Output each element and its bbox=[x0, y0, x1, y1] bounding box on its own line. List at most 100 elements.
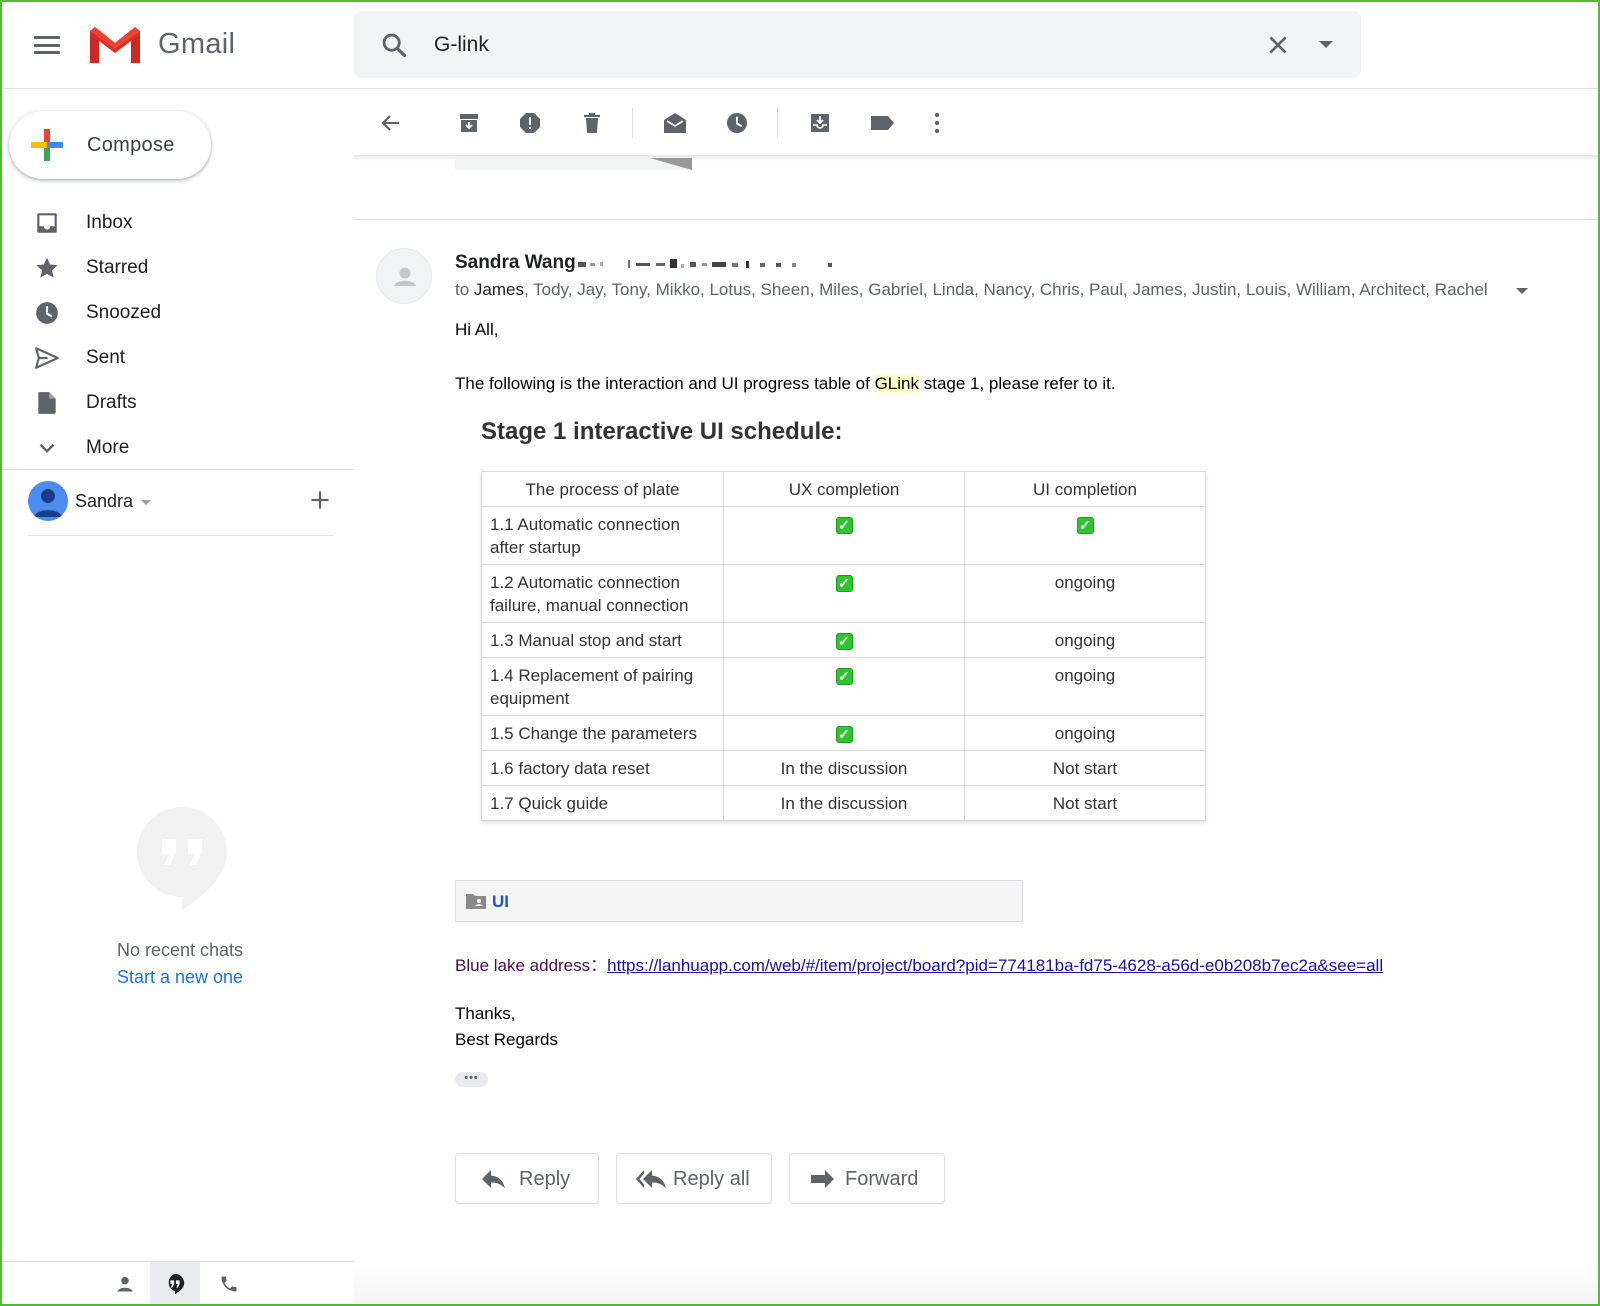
archive-icon bbox=[460, 114, 478, 132]
ux-cell: ✓ bbox=[723, 715, 965, 751]
greeting: Hi All, bbox=[455, 320, 499, 339]
account-divider bbox=[28, 535, 333, 536]
check-mark-icon: ✓ bbox=[835, 726, 853, 743]
column-header: UX completion bbox=[723, 471, 965, 507]
sidebar-item-inbox[interactable]: Inbox bbox=[0, 201, 350, 245]
recipient-list: , Tody, Jay, Tony, Mikko, Lotus, Sheen, … bbox=[523, 280, 1488, 299]
sidebar-item-drafts[interactable]: Drafts bbox=[0, 381, 350, 425]
close-icon[interactable] bbox=[1265, 32, 1291, 58]
table-row: 1.6 factory data reset In the discussion… bbox=[481, 750, 1206, 786]
sidebar-item-sent[interactable]: Sent bbox=[0, 336, 350, 380]
start-new-chat-link[interactable]: Start a new one bbox=[0, 967, 360, 988]
check-mark-icon: ✓ bbox=[835, 517, 853, 534]
recipients-line[interactable]: to James, Tody, Jay, Tony, Mikko, Lotus,… bbox=[455, 280, 1488, 300]
ux-cell: In the discussion bbox=[723, 750, 965, 786]
sidebar-item-more[interactable]: More bbox=[0, 426, 350, 470]
sidebar-item-starred[interactable]: Starred bbox=[0, 246, 350, 290]
sender-avatar[interactable] bbox=[376, 248, 432, 304]
process-cell: 1.2 Automatic connection failure, manual… bbox=[481, 564, 724, 623]
hangouts-icon bbox=[168, 1273, 185, 1295]
label-icon bbox=[871, 116, 894, 130]
move-to-inbox-button[interactable] bbox=[805, 108, 835, 138]
table-row: 1.2 Automatic connection failure, manual… bbox=[481, 564, 1206, 623]
more-options-button[interactable] bbox=[922, 108, 952, 138]
table-header-row: The process of plate UX completion UI co… bbox=[481, 471, 1206, 507]
inbox-icon bbox=[37, 213, 57, 233]
sidebar-item-label: Sent bbox=[86, 347, 126, 368]
person-icon bbox=[117, 1276, 133, 1292]
sidebar-item-label: Inbox bbox=[86, 212, 133, 233]
process-cell: 1.5 Change the parameters bbox=[481, 715, 724, 751]
avatar[interactable] bbox=[28, 481, 68, 521]
ux-cell: ✓ bbox=[723, 657, 965, 716]
delete-button[interactable] bbox=[577, 108, 607, 138]
contacts-tab[interactable] bbox=[100, 1262, 150, 1306]
reply-label: Reply bbox=[519, 1168, 571, 1190]
hangouts-account[interactable]: Sandra bbox=[28, 481, 333, 521]
star-icon bbox=[36, 257, 58, 278]
compose-button[interactable]: Compose bbox=[9, 111, 211, 179]
reply-icon bbox=[482, 1170, 505, 1189]
gmail-logo[interactable] bbox=[88, 25, 142, 65]
hangouts-quote-icon bbox=[137, 807, 227, 911]
table-row: 1.5 Change the parameters ✓ ongoing bbox=[481, 715, 1206, 751]
reply-all-icon bbox=[636, 1170, 666, 1189]
sidebar-item-label: More bbox=[86, 437, 130, 458]
sender-name[interactable]: Sandra Wang bbox=[455, 252, 576, 274]
hangouts-tab[interactable] bbox=[150, 1262, 200, 1306]
draft-icon bbox=[38, 392, 56, 414]
table-row: 1.3 Manual stop and start ✓ ongoing bbox=[481, 622, 1206, 658]
forward-icon bbox=[811, 1170, 834, 1188]
search-bar[interactable] bbox=[354, 11, 1361, 78]
process-cell: 1.1 Automatic connection after startup bbox=[481, 506, 724, 565]
check-mark-icon: ✓ bbox=[835, 575, 853, 592]
plus-icon bbox=[31, 129, 63, 161]
mark-unread-button[interactable] bbox=[660, 108, 690, 138]
show-trimmed-content-button[interactable]: ••• bbox=[455, 1072, 488, 1087]
caret-down-icon[interactable] bbox=[1319, 41, 1333, 48]
back-arrow-icon bbox=[381, 115, 399, 131]
ux-cell: ✓ bbox=[723, 564, 965, 623]
add-chat-icon[interactable] bbox=[307, 487, 333, 513]
search-input[interactable] bbox=[434, 33, 1134, 57]
ui-cell: Not start bbox=[964, 750, 1206, 786]
archive-button[interactable] bbox=[454, 108, 484, 138]
reply-button[interactable]: Reply bbox=[455, 1153, 599, 1204]
to-prefix: to bbox=[455, 280, 474, 299]
blue-lake-line: Blue lake address：https://lanhuapp.com/w… bbox=[455, 951, 1383, 976]
snooze-button[interactable] bbox=[722, 108, 752, 138]
phone-icon bbox=[221, 1276, 237, 1292]
search-highlight: GLink bbox=[874, 374, 919, 393]
header-divider bbox=[0, 88, 1600, 89]
label-button[interactable] bbox=[867, 108, 897, 138]
search-icon[interactable] bbox=[380, 31, 408, 59]
process-cell: 1.4 Replacement of pairing equipment bbox=[481, 657, 724, 716]
shared-folder-icon bbox=[466, 894, 486, 909]
clock-icon bbox=[36, 302, 58, 324]
column-header: The process of plate bbox=[481, 471, 724, 507]
check-mark-icon: ✓ bbox=[835, 668, 853, 685]
attachment-label: UI bbox=[492, 892, 509, 911]
sidebar-item-snoozed[interactable]: Snoozed bbox=[0, 291, 350, 335]
reply-all-label: Reply all bbox=[673, 1168, 750, 1190]
snooze-icon bbox=[727, 113, 747, 133]
back-button[interactable] bbox=[376, 108, 406, 138]
main-menu-icon[interactable] bbox=[34, 36, 60, 54]
blue-lake-link[interactable]: https://lanhuapp.com/web/#/item/project/… bbox=[607, 956, 1383, 975]
closing-thanks: Thanks, bbox=[455, 1004, 516, 1023]
caret-down-icon[interactable] bbox=[141, 500, 151, 505]
ui-cell: ongoing bbox=[964, 622, 1206, 658]
show-details-icon[interactable] bbox=[1516, 288, 1528, 294]
forward-button[interactable]: Forward bbox=[789, 1153, 945, 1204]
table-row: 1.1 Automatic connection after startup ✓… bbox=[481, 506, 1206, 565]
closing-regards: Best Regards bbox=[455, 1030, 558, 1049]
toolbar-divider bbox=[632, 108, 633, 138]
reply-all-button[interactable]: Reply all bbox=[616, 1153, 772, 1204]
delete-icon bbox=[584, 113, 600, 133]
recipient-first: James bbox=[473, 280, 524, 299]
ux-cell: ✓ bbox=[723, 506, 965, 565]
intro-text-end: stage 1, please refer to it. bbox=[919, 374, 1116, 393]
drive-attachment[interactable]: UI bbox=[455, 880, 1023, 922]
report-spam-button[interactable] bbox=[515, 108, 545, 138]
phone-tab[interactable] bbox=[204, 1262, 254, 1306]
